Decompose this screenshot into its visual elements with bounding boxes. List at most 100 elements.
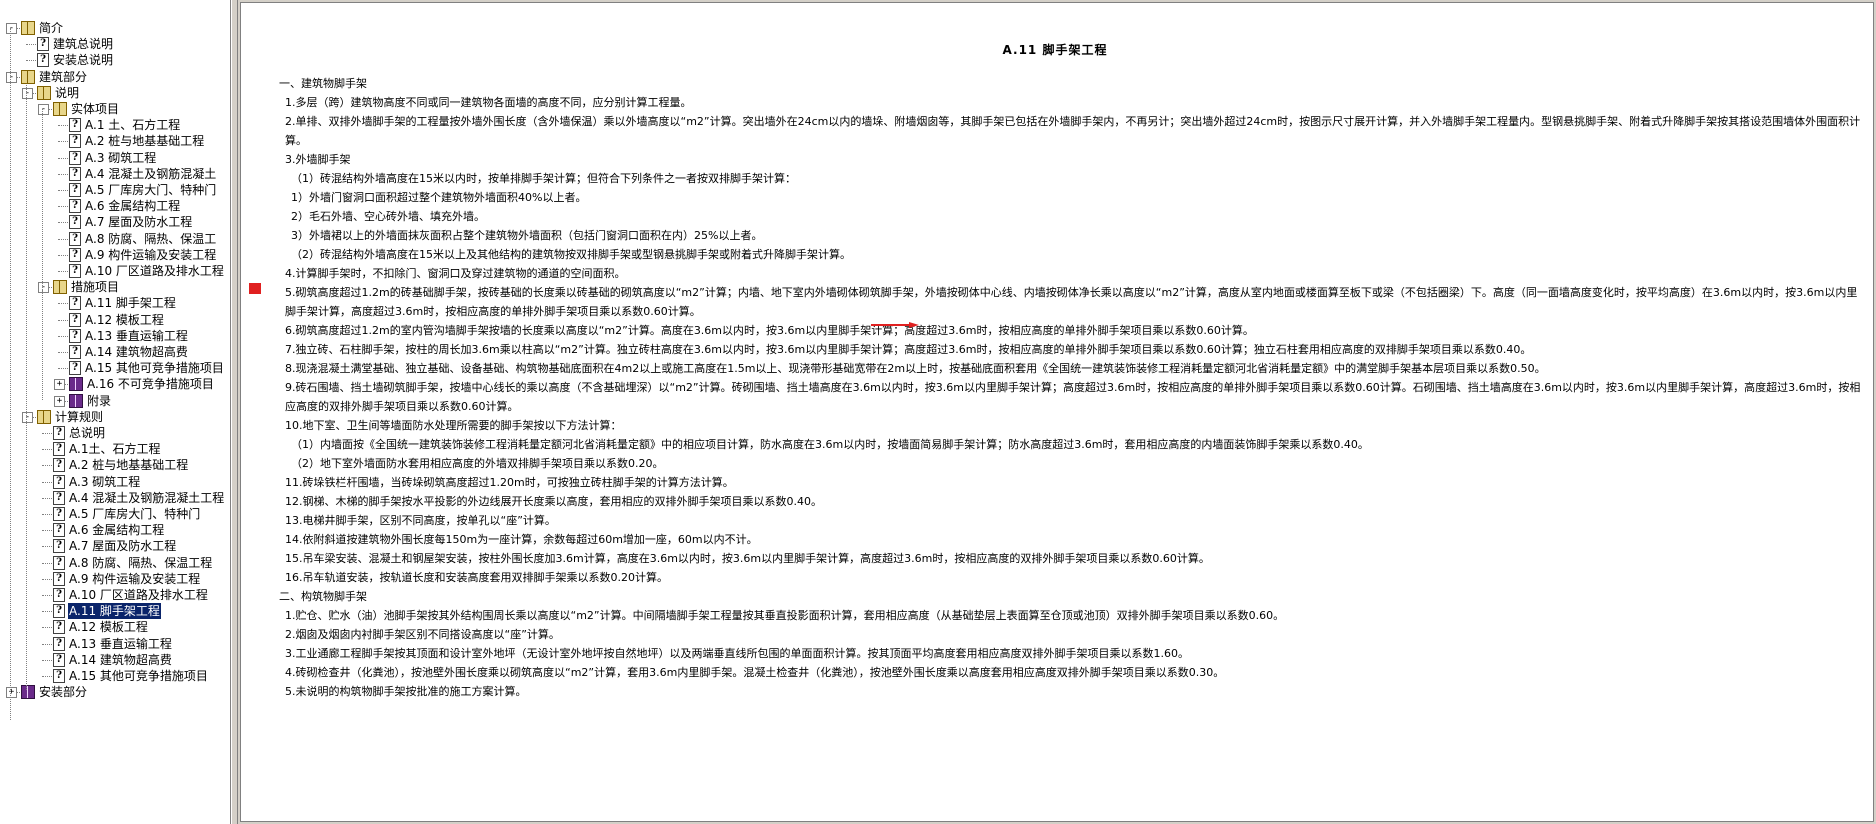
tree-connector: [42, 562, 52, 564]
tree-connector: [58, 352, 68, 353]
tree-item-label: A.7 屋面及防水工程: [85, 215, 193, 230]
tree-item[interactable]: ? 总说明: [53, 425, 106, 441]
tree-item[interactable]: 措施项目: [53, 279, 120, 295]
tree-item[interactable]: ? A.14 建筑物超高费: [53, 652, 173, 668]
tree-item[interactable]: ? A.12 模板工程: [69, 312, 165, 328]
tree-item[interactable]: ? A.11 脚手架工程: [69, 295, 177, 311]
tree-item[interactable]: ? A.3 砌筑工程: [69, 150, 157, 166]
collapse-toggle-icon[interactable]: -: [22, 411, 33, 423]
tree-item[interactable]: ? A.8 防腐、隔热、保温工程: [53, 555, 213, 571]
tree-item[interactable]: 安装部分: [21, 684, 88, 700]
collapse-toggle-icon[interactable]: -: [38, 282, 49, 294]
tree-connector: [58, 238, 68, 240]
tree-item[interactable]: ? A.5 厂库房大门、特种门: [69, 182, 217, 198]
tree-item[interactable]: 简介: [21, 20, 64, 36]
tree-connector: [58, 303, 68, 305]
tree-item-label: A.12 模板工程: [69, 620, 148, 635]
doc-paragraph: 一、建筑物脚手架: [279, 77, 367, 90]
tree-item[interactable]: ? A.4 混凝土及钢筋混凝土工程: [53, 490, 225, 506]
tree-item-label: A.10 厂区道路及排水工程: [85, 264, 224, 278]
tree-item-label: A.1土、石方工程: [69, 442, 161, 457]
doc-paragraph: 9.砖石围墙、挡土墙砌筑脚手架，按墙中心线长的乘以高度（不含基础埋深）以“m2”…: [285, 381, 1861, 413]
expand-toggle-icon[interactable]: +: [6, 687, 17, 699]
tree-item[interactable]: 附录: [69, 393, 112, 409]
tree-item-label: 简介: [39, 21, 64, 35]
tree-item-label: A.11 脚手架工程: [85, 296, 176, 311]
help-topic-icon: ?: [69, 312, 81, 327]
closed-book-icon: [69, 393, 83, 408]
tree-item[interactable]: ? A.13 垂直运输工程: [53, 636, 173, 652]
tree-item[interactable]: ? A.4 混凝土及钢筋混凝土: [69, 166, 217, 182]
tree-item[interactable]: ? A.6 金属结构工程: [53, 522, 165, 538]
pane-splitter[interactable]: [231, 0, 238, 824]
tree-item-label: A.14 建筑物超高费: [69, 652, 172, 667]
toc-tree-panel[interactable]: - 简介? 建筑总说明? 安装总说明 - 建筑部分 - 说明 - 实体项目? A.1 土、石方工程?…: [0, 0, 231, 824]
tree-item[interactable]: ? A.12 模板工程: [53, 619, 149, 635]
closed-book-icon: [21, 685, 35, 700]
tree-item[interactable]: ? A.10 厂区道路及排水工程: [53, 587, 209, 603]
tree-item[interactable]: ? A.2 桩与地基基础工程: [69, 133, 205, 149]
tree-item[interactable]: ? A.10 厂区道路及排水工程: [69, 263, 225, 279]
tree-item[interactable]: 实体项目: [53, 101, 120, 117]
doc-paragraph: 5.未说明的构筑物脚手架按批准的施工方案计算。: [285, 685, 527, 698]
tree-connector: [58, 125, 68, 127]
tree-item[interactable]: ? A.8 防腐、隔热、保温工: [69, 231, 217, 247]
content-pane[interactable]: A.11 脚手架工程 一、建筑物脚手架 1.多层（跨）建筑物高度不同或同一建筑物各…: [240, 2, 1874, 822]
collapse-toggle-icon[interactable]: -: [6, 71, 17, 83]
tree-item[interactable]: ? A.13 垂直运输工程: [69, 328, 189, 344]
tree-item-label: 计算规则: [55, 409, 104, 424]
tree-item[interactable]: 计算规则: [37, 409, 104, 425]
tree-item[interactable]: ? A.7 屋面及防水工程: [69, 214, 193, 230]
help-topic-icon: ?: [53, 539, 65, 554]
tree-connector: [42, 611, 52, 613]
tree-item[interactable]: ? A.1 土、石方工程: [69, 117, 181, 133]
tree-item[interactable]: 说明: [37, 85, 80, 101]
tree-connector: [58, 173, 68, 175]
tree-connector: [42, 659, 52, 661]
tree-item[interactable]: ? A.14 建筑物超高费: [69, 344, 189, 360]
tree-item[interactable]: ? A.3 砌筑工程: [53, 474, 141, 490]
tree-item[interactable]: ? 建筑总说明: [37, 36, 114, 52]
tree-item-label: 总说明: [69, 426, 106, 440]
tree-item-label: 附录: [87, 393, 112, 408]
help-topic-icon: ?: [69, 264, 81, 278]
help-topic-icon: ?: [69, 215, 81, 230]
doc-paragraph: 3.工业通廊工程脚手架按其顶面和设计室外地坪（无设计室外地坪按自然地坪）以及两端…: [285, 647, 1189, 660]
expand-toggle-icon[interactable]: +: [54, 395, 65, 407]
help-topic-icon: ?: [37, 37, 49, 52]
tree-item[interactable]: ? A.2 桩与地基基础工程: [53, 457, 189, 473]
collapse-toggle-icon[interactable]: -: [38, 104, 49, 115]
doc-paragraph: 3）外墙裙以上的外墙面抹灰面积占整个建筑物外墙面积（包括门窗洞口面积在内）25%…: [291, 229, 763, 242]
collapse-toggle-icon[interactable]: -: [22, 87, 33, 99]
tree-item[interactable]: ? A.1土、石方工程: [53, 441, 161, 457]
help-topic-icon: ?: [53, 523, 65, 538]
tree-connector: [58, 254, 68, 256]
doc-paragraph: 2.单排、双排外墙脚手架的工程量按外墙外围长度（含外墙保温）乘以外墙高度以“m2…: [285, 115, 1861, 147]
tree-item[interactable]: 建筑部分: [21, 69, 88, 85]
tree-item[interactable]: ? A.15 其他可竞争措施项目: [53, 668, 209, 684]
tree-item[interactable]: ? A.6 金属结构工程: [69, 198, 181, 214]
doc-paragraph: （1）砖混结构外墙高度在15米以内时，按单排脚手架计算；但符合下列条件之一者按双…: [291, 172, 796, 185]
tree-item[interactable]: ? A.15 其他可竞争措施项目: [69, 360, 225, 376]
help-topic-icon: ?: [37, 53, 49, 68]
tree-item[interactable]: ? A.5 厂库房大门、特种门: [53, 506, 201, 522]
red-arrow-icon: [871, 322, 919, 328]
tree-item-label: A.13 垂直运输工程: [85, 328, 188, 343]
tree-item[interactable]: ? A.7 屋面及防水工程: [53, 538, 177, 554]
tree-item-label: 建筑总说明: [53, 37, 114, 52]
tree-item[interactable]: ? 安装总说明: [37, 52, 114, 68]
tree-item[interactable]: A.16 不可竞争措施项目: [69, 376, 215, 392]
doc-paragraph: 1.多层（跨）建筑物高度不同或同一建筑物各面墙的高度不同，应分别计算工程量。: [285, 96, 692, 109]
tree-connector: [58, 157, 68, 159]
doc-paragraph: 16.吊车轨道安装，按轨道长度和安装高度套用双排脚手架乘以系数0.20计算。: [285, 571, 668, 584]
help-topic-icon: ?: [53, 669, 65, 683]
tree-item[interactable]: ? A.9 构件运输及安装工程: [53, 571, 201, 587]
tree-item[interactable]: ? A.11 脚手架工程: [53, 603, 161, 620]
collapse-toggle-icon[interactable]: -: [6, 23, 17, 34]
doc-paragraph: 5.砌筑高度超过1.2m的砖基础脚手架，按砖基础的长度乘以砖基础的砌筑高度以“m…: [285, 286, 1858, 318]
doc-paragraph: 12.钢梯、木梯的脚手架按水平投影的外边线展开长度乘以高度，套用相应的双排外脚手…: [285, 495, 822, 508]
tree-item[interactable]: ? A.9 构件运输及安装工程: [69, 247, 217, 263]
expand-toggle-icon[interactable]: +: [54, 379, 65, 391]
tree-item-label: A.15 其他可竞争措施项目: [69, 669, 208, 683]
tree-connector: [58, 368, 68, 370]
